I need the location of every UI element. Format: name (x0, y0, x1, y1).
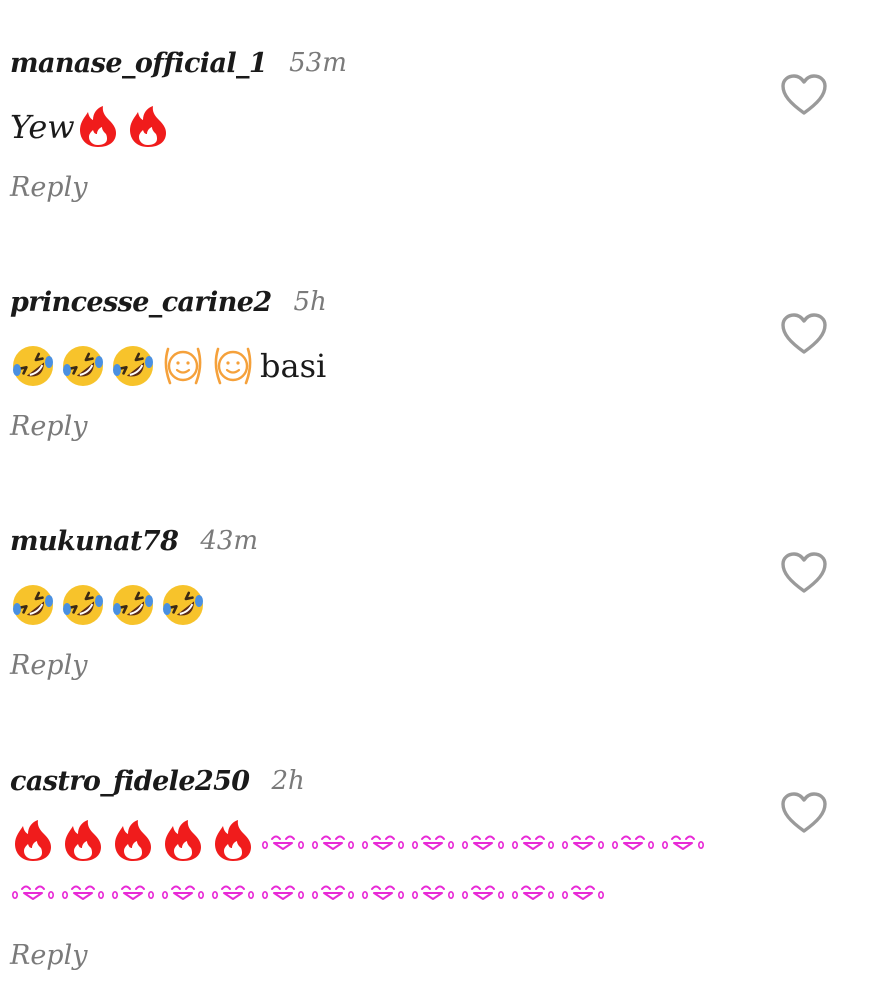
comment-username[interactable]: manase_official_1 (10, 48, 268, 79)
comment-header: princesse_carine2 5h (10, 279, 327, 325)
tears-kaomoji-icon (160, 878, 206, 904)
tears-kaomoji-icon (360, 878, 406, 904)
rofl-icon (160, 582, 206, 628)
comment-header: mukunat78 43m (10, 518, 258, 564)
tears-kaomoji-icon (610, 828, 656, 854)
comment-emoji-group (10, 582, 210, 628)
rofl-icon (60, 582, 106, 628)
tears-kaomoji-icon (510, 828, 556, 854)
comment-header: castro_fidele250 2h (10, 758, 305, 804)
fire-icon (10, 818, 56, 864)
reply-button[interactable]: Reply (10, 411, 87, 442)
fire-icon (60, 818, 106, 864)
hands-on-cheeks-icon (160, 343, 206, 389)
tears-kaomoji-icon (360, 828, 406, 854)
rofl-icon (10, 343, 56, 389)
tears-kaomoji-icon (310, 878, 356, 904)
tears-kaomoji-icon (460, 878, 506, 904)
fire-icon (125, 104, 171, 150)
comment-header: manase_official_1 53m (10, 40, 347, 86)
tears-kaomoji-icon (560, 878, 606, 904)
tears-kaomoji-icon (210, 878, 256, 904)
tears-kaomoji-icon (110, 878, 156, 904)
tears-kaomoji-icon (510, 878, 556, 904)
tears-kaomoji-icon (60, 878, 106, 904)
tears-kaomoji-icon (460, 828, 506, 854)
tears-kaomoji-icon (660, 828, 706, 854)
fire-icon (210, 818, 256, 864)
comment-body (10, 818, 750, 904)
comment-timestamp: 2h (271, 766, 305, 796)
heart-icon[interactable] (780, 312, 828, 356)
hands-on-cheeks-icon (210, 343, 256, 389)
comment-emoji-group (75, 104, 175, 150)
reply-button[interactable]: Reply (10, 940, 87, 971)
comment-body (10, 578, 210, 632)
comment-timestamp: 53m (289, 48, 347, 78)
comment-timestamp: 5h (293, 287, 327, 317)
rofl-icon (110, 582, 156, 628)
tears-kaomoji-icon (560, 828, 606, 854)
comment-username[interactable]: castro_fidele250 (10, 766, 250, 797)
tears-kaomoji-icon (310, 828, 356, 854)
fire-icon (75, 104, 121, 150)
comment-body: Yew (10, 100, 175, 154)
comment-emoji-group (10, 818, 750, 904)
comment-emoji-group (10, 343, 260, 389)
heart-icon[interactable] (780, 791, 828, 835)
rofl-icon (10, 582, 56, 628)
comment-timestamp: 43m (200, 526, 259, 556)
tears-kaomoji-icon (10, 878, 56, 904)
heart-icon[interactable] (780, 73, 828, 117)
comment-username[interactable]: princesse_carine2 (10, 287, 272, 318)
comment-text: Yew (10, 108, 75, 146)
reply-button[interactable]: Reply (10, 172, 87, 203)
tears-kaomoji-icon (410, 828, 456, 854)
tears-kaomoji-icon (410, 878, 456, 904)
rofl-icon (110, 343, 156, 389)
fire-icon (160, 818, 206, 864)
comment-username[interactable]: mukunat78 (10, 526, 179, 557)
heart-icon[interactable] (780, 551, 828, 595)
fire-icon (110, 818, 156, 864)
comment-text: basi (260, 347, 327, 385)
tears-kaomoji-icon (260, 878, 306, 904)
tears-kaomoji-icon (260, 828, 306, 854)
comment-body: basi (10, 339, 326, 393)
rofl-icon (60, 343, 106, 389)
reply-button[interactable]: Reply (10, 650, 87, 681)
